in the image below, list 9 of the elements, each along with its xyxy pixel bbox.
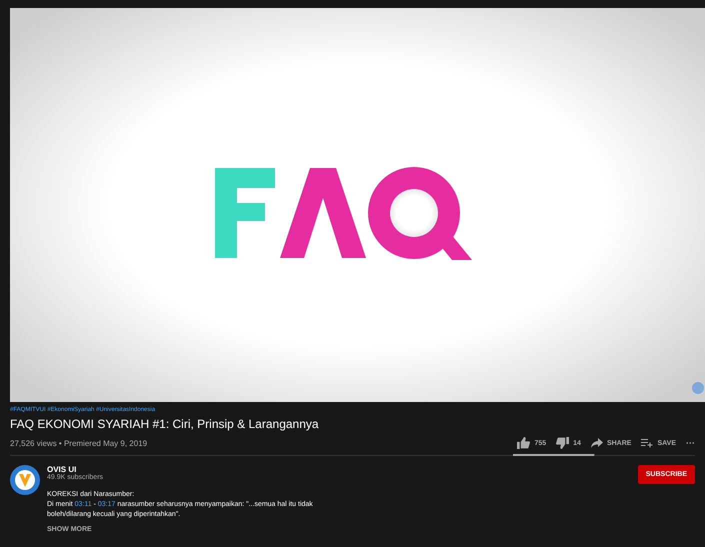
thumbs-up-icon: [517, 437, 530, 449]
more-button[interactable]: ···: [686, 438, 695, 448]
playlist-add-icon: [641, 438, 654, 448]
video-title: FAQ EKONOMI SYARIAH #1: Ciri, Prinsip & Larangannya: [10, 417, 320, 431]
share-arrow-icon: [590, 438, 603, 448]
channel-name[interactable]: OVIS UI: [47, 465, 104, 474]
channel-avatar: [10, 465, 40, 495]
thumbs-down-icon: [556, 437, 570, 449]
view-count: 27,526 views • Premiered May 9, 2019: [10, 438, 148, 448]
